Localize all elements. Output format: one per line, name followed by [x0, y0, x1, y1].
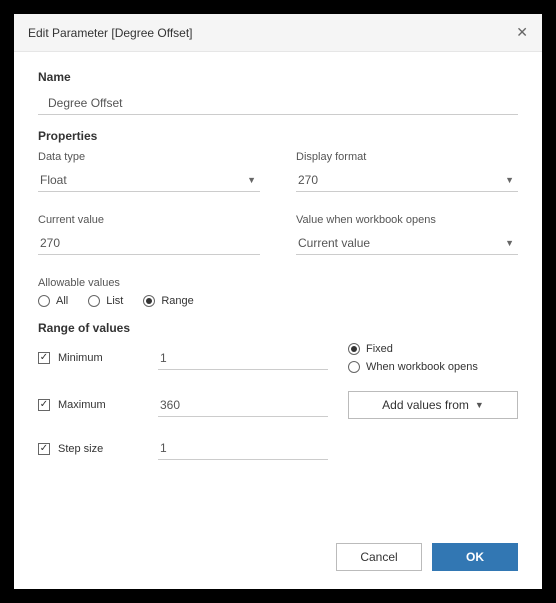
allowable-list-radio[interactable]: List — [88, 295, 123, 307]
value-when-open-dropdown[interactable]: Current value ▼ — [296, 232, 518, 255]
name-input[interactable] — [38, 92, 518, 115]
minimum-input[interactable] — [158, 347, 328, 370]
maximum-checkbox[interactable]: ✓ Maximum — [38, 399, 138, 411]
allowable-values-label: Allowable values — [38, 277, 518, 289]
add-values-from-label: Add values from — [382, 398, 469, 412]
name-label: Name — [38, 70, 518, 84]
radio-icon — [348, 343, 360, 355]
chevron-down-icon: ▼ — [505, 238, 514, 248]
current-value-input[interactable] — [38, 232, 260, 255]
add-values-from-button[interactable]: Add values from ▼ — [348, 391, 518, 419]
ok-button[interactable]: OK — [432, 543, 518, 571]
step-size-input[interactable] — [158, 437, 328, 460]
allowable-all-radio[interactable]: All — [38, 295, 68, 307]
range-fixed-radio[interactable]: Fixed — [348, 343, 518, 355]
allowable-range-radio[interactable]: Range — [143, 295, 193, 307]
display-format-dropdown[interactable]: 270 ▼ — [296, 169, 518, 192]
display-format-label: Display format — [296, 151, 518, 163]
minimum-label: Minimum — [58, 352, 103, 364]
edit-parameter-dialog: Edit Parameter [Degree Offset] ✕ Name Pr… — [14, 14, 542, 589]
data-type-value: Float — [40, 173, 67, 187]
value-when-open-label: Value when workbook opens — [296, 214, 518, 226]
checkbox-icon: ✓ — [38, 352, 50, 364]
allowable-range-label: Range — [161, 295, 193, 307]
chevron-down-icon: ▼ — [247, 175, 256, 185]
range-when-open-radio[interactable]: When workbook opens — [348, 361, 518, 373]
range-heading: Range of values — [38, 321, 518, 335]
chevron-down-icon: ▼ — [475, 400, 484, 410]
close-icon[interactable]: ✕ — [516, 24, 528, 41]
data-type-label: Data type — [38, 151, 260, 163]
chevron-down-icon: ▼ — [505, 175, 514, 185]
value-when-open-value: Current value — [298, 236, 370, 250]
properties-heading: Properties — [38, 129, 518, 143]
display-format-value: 270 — [298, 173, 318, 187]
cancel-button[interactable]: Cancel — [336, 543, 422, 571]
step-size-label: Step size — [58, 443, 103, 455]
checkbox-icon: ✓ — [38, 399, 50, 411]
radio-icon — [88, 295, 100, 307]
step-size-checkbox[interactable]: ✓ Step size — [38, 443, 138, 455]
dialog-title: Edit Parameter [Degree Offset] — [28, 26, 193, 40]
maximum-input[interactable] — [158, 394, 328, 417]
allowable-list-label: List — [106, 295, 123, 307]
radio-icon — [143, 295, 155, 307]
radio-icon — [348, 361, 360, 373]
range-fixed-label: Fixed — [366, 343, 393, 355]
maximum-label: Maximum — [58, 399, 106, 411]
current-value-label: Current value — [38, 214, 260, 226]
data-type-dropdown[interactable]: Float ▼ — [38, 169, 260, 192]
titlebar: Edit Parameter [Degree Offset] ✕ — [14, 14, 542, 52]
allowable-all-label: All — [56, 295, 68, 307]
checkbox-icon: ✓ — [38, 443, 50, 455]
radio-icon — [38, 295, 50, 307]
range-when-open-label: When workbook opens — [366, 361, 478, 373]
minimum-checkbox[interactable]: ✓ Minimum — [38, 352, 138, 364]
